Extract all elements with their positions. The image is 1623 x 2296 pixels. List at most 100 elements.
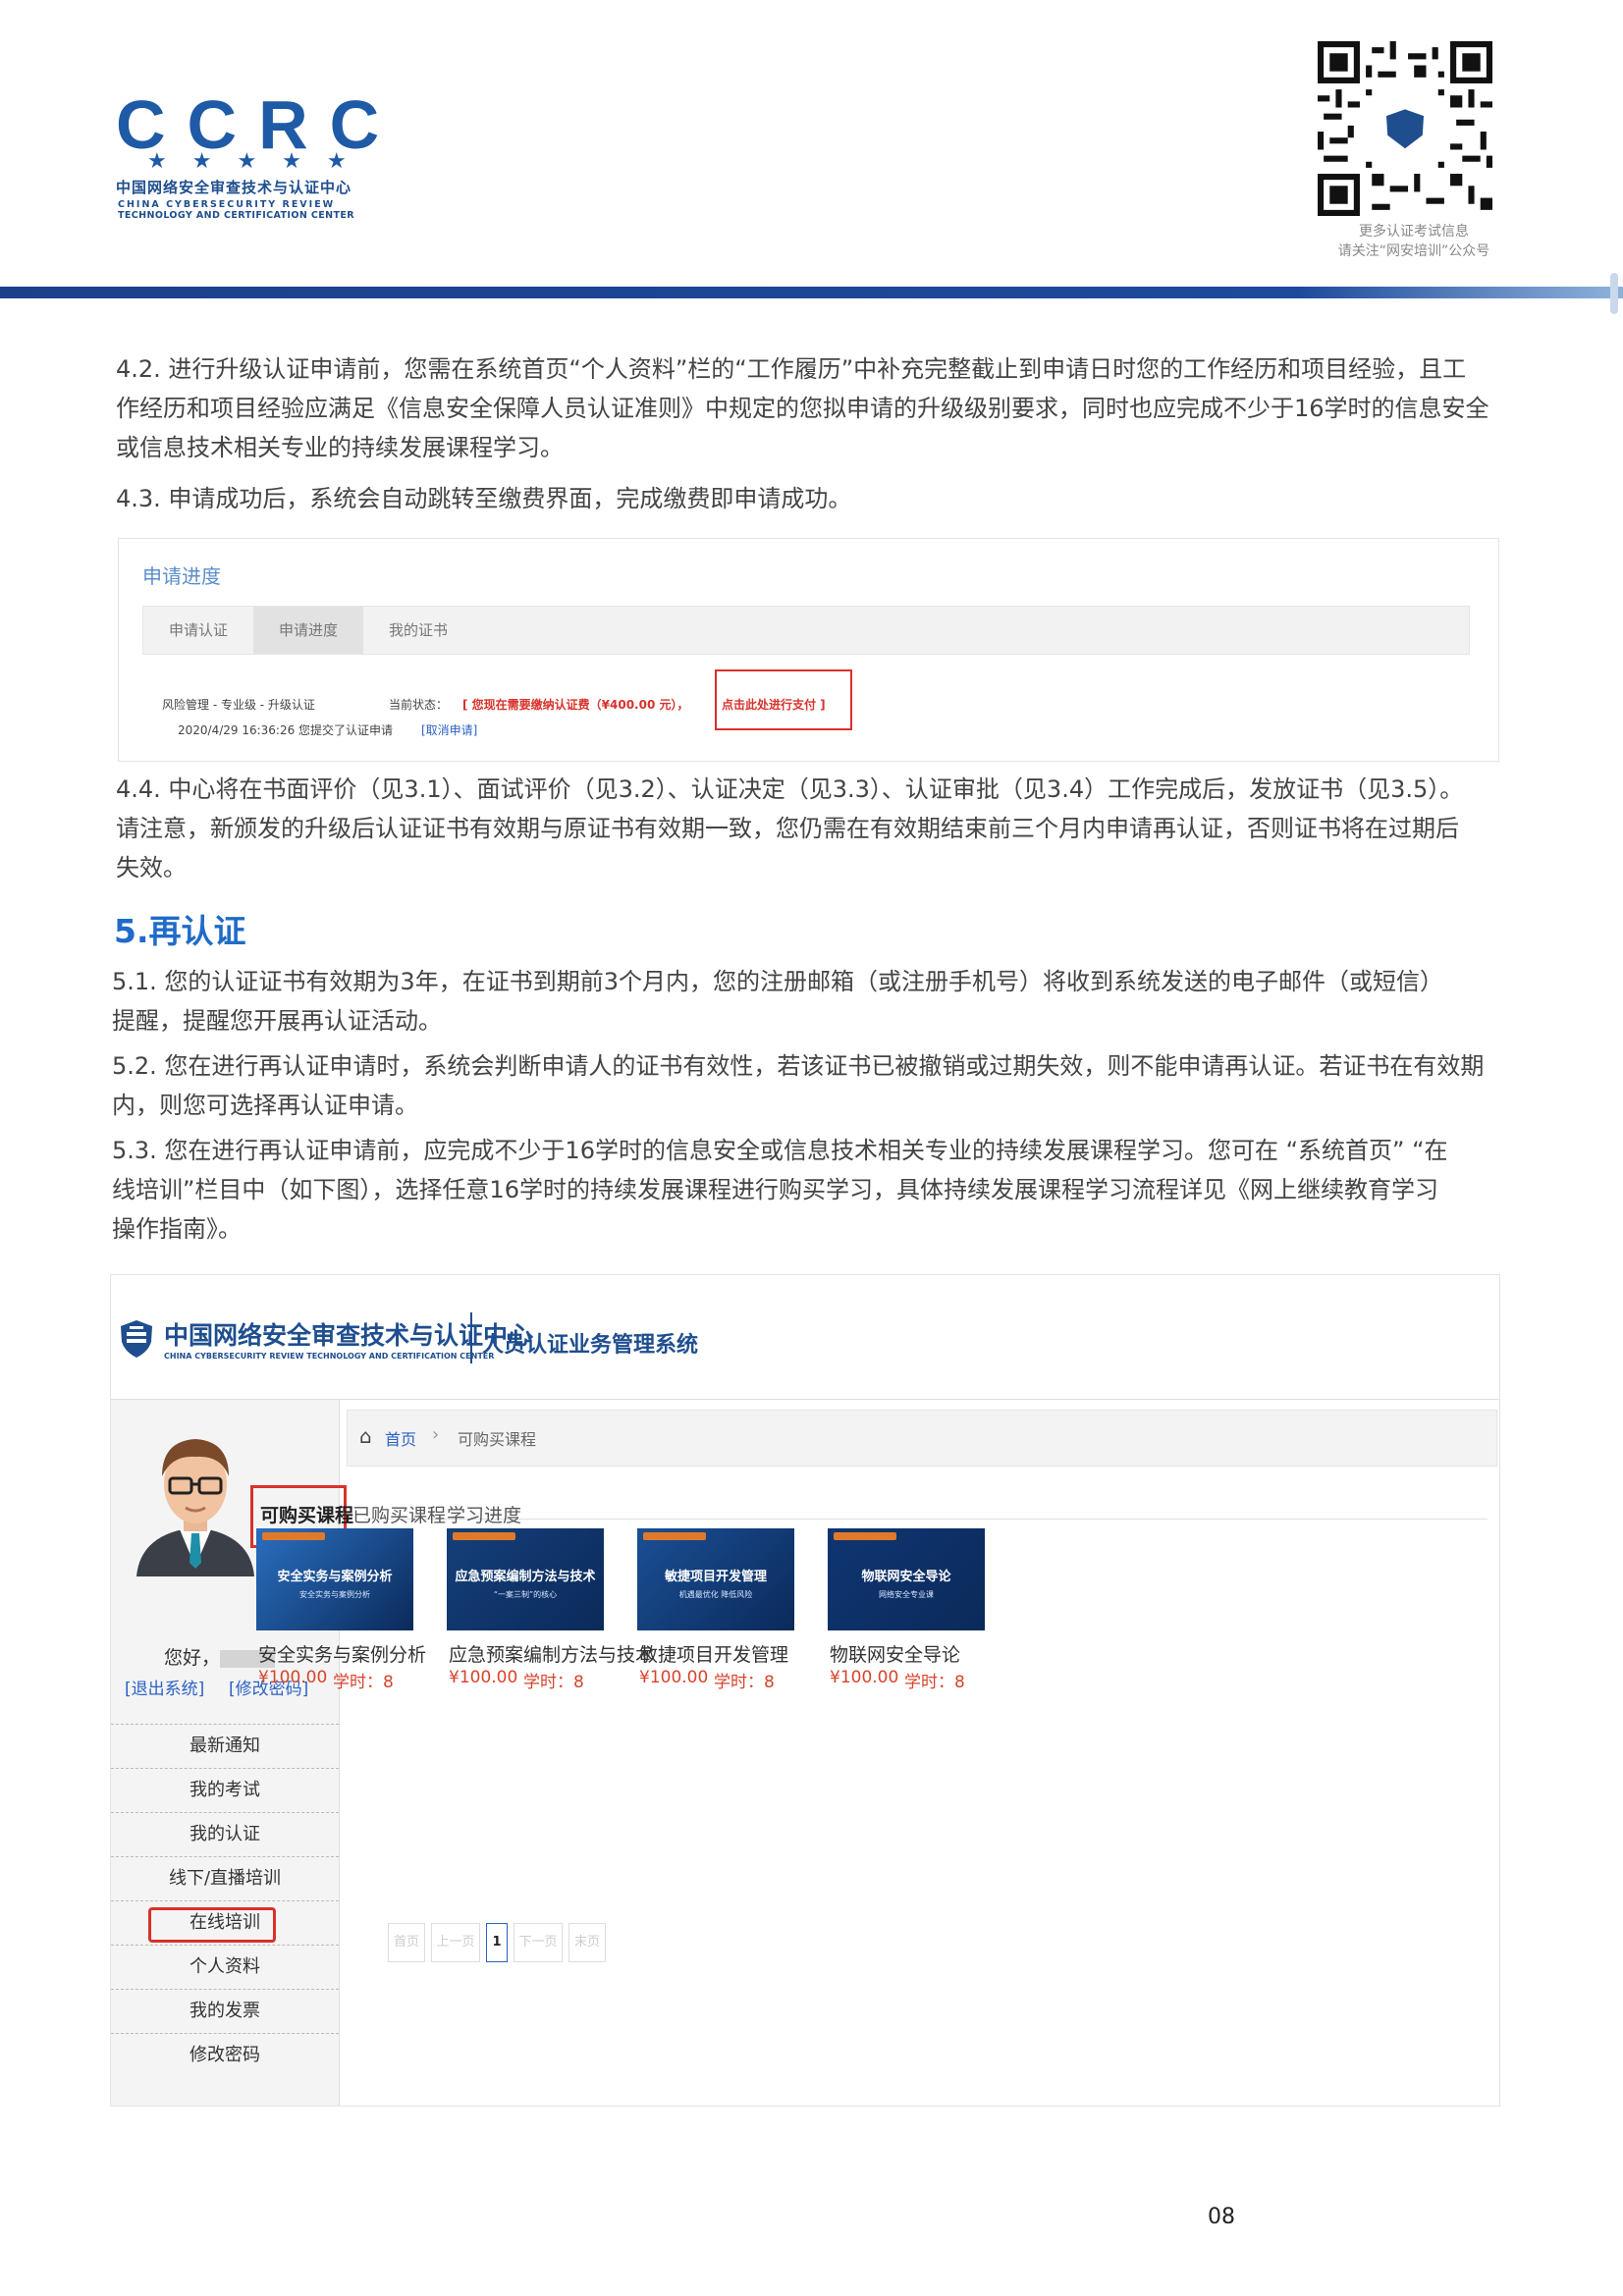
- para-5-3-line-2: 线培训”栏目中（如下图），选择任意16学时的持续发展课程进行购买学习，具体持续发…: [112, 1176, 1438, 1203]
- breadcrumb: ⌂ 首页 › 可购买课程: [347, 1410, 1497, 1467]
- course-cover-title: 物联网安全导论: [861, 1570, 951, 1584]
- org-name: 中国网络安全审查技术与认证中心: [164, 1321, 533, 1350]
- cancel-application-link[interactable]: [取消申请]: [421, 721, 477, 738]
- logo-org-name-cn: 中国网络安全审查技术与认证中心: [116, 179, 352, 196]
- system-header: 中国网络安全审查技术与认证中心 CHINA CYBERSECURITY REVI…: [111, 1275, 1499, 1400]
- menu-offline-live-training[interactable]: 线下/直播培训: [111, 1857, 339, 1901]
- course-price: ¥100.00: [449, 1668, 518, 1687]
- course-cover-title: 敏捷项目开发管理: [664, 1570, 767, 1584]
- online-training-screenshot: 中国网络安全审查技术与认证中心 CHINA CYBERSECURITY REVI…: [110, 1274, 1500, 2107]
- tab-apply-certification[interactable]: 申请认证: [143, 607, 253, 654]
- qr-caption-line-1: 更多认证考试信息: [1359, 224, 1469, 240]
- course-hours: 学时：8: [714, 1673, 775, 1692]
- course-card[interactable]: 物联网安全导论 网络安全专业课 物联网安全导论 ¥100.00 学时：8: [828, 1528, 985, 1725]
- pager-prev[interactable]: 上一页: [431, 1923, 480, 1962]
- greeting-text: 您好，: [164, 1647, 221, 1669]
- course-cover-title: 安全实务与案例分析: [277, 1570, 393, 1584]
- progress-tabs: 申请认证 申请进度 我的证书: [142, 606, 1470, 655]
- tab-application-progress[interactable]: 申请进度: [253, 607, 363, 654]
- para-5-3-line-1: 5.3. 您在进行再认证申请前，应完成不少于16学时的信息安全或信息技术相关专业…: [112, 1137, 1448, 1164]
- page-number: 08: [1208, 2205, 1235, 2229]
- course-cover[interactable]: 应急预案编制方法与技术 “一案三制”的核心: [447, 1528, 604, 1630]
- course-cover-subtitle: 安全实务与案例分析: [299, 1590, 370, 1599]
- logo-org-name-en-2: TECHNOLOGY AND CERTIFICATION CENTER: [118, 210, 355, 221]
- course-hours: 学时：8: [523, 1673, 584, 1692]
- course-hours: 学时：8: [333, 1673, 394, 1692]
- pager: 首页 上一页 1 下一页 末页: [388, 1923, 741, 1962]
- para-4-2-line-1: 4.2. 进行升级认证申请前，您需在系统首页“个人资料”栏的“工作履历”中补充完…: [116, 355, 1467, 383]
- course-title[interactable]: 应急预案编制方法与技术: [449, 1640, 654, 1667]
- status-label: 当前状态：: [389, 698, 449, 712]
- tab-purchasable-courses[interactable]: 可购买课程: [260, 1501, 353, 1527]
- org-emblem-icon: [121, 1320, 152, 1358]
- section-5-heading: 5.再认证: [114, 912, 246, 950]
- course-cover-subtitle: “一案三制”的核心: [493, 1590, 558, 1599]
- para-4-2-line-3: 或信息技术相关专业的持续发展课程学习。: [116, 434, 564, 461]
- course-card[interactable]: 应急预案编制方法与技术 “一案三制”的核心 应急预案编制方法与技术 ¥100.00 学时…: [447, 1528, 654, 1725]
- online-training-highlight: [148, 1907, 276, 1943]
- page-edge-tab: [1610, 273, 1618, 314]
- para-4-2-line-2: 作经历和项目经验应满足《信息安全保障人员认证准则》中规定的您拟申请的升级级别要求…: [116, 395, 1489, 422]
- course-hours: 学时：8: [904, 1673, 965, 1692]
- application-log: 2020/4/29 16:36:26 您提交了认证申请: [178, 723, 394, 737]
- para-5-2: 5.2. 您在进行再认证申请时，系统会判断申请人的证书有效性，若该证书已被撤销或…: [112, 1046, 1484, 1125]
- course-cover-tag: [834, 1532, 896, 1540]
- breadcrumb-home[interactable]: 首页: [385, 1426, 416, 1450]
- menu-latest-notices[interactable]: 最新通知: [111, 1725, 339, 1769]
- pager-next[interactable]: 下一页: [514, 1923, 563, 1962]
- course-price: ¥100.00: [639, 1668, 709, 1687]
- course-title[interactable]: 安全实务与案例分析: [258, 1640, 426, 1667]
- para-5-1: 5.1. 您的认证证书有效期为3年，在证书到期前3个月内，您的注册邮箱（或注册手…: [112, 962, 1443, 1041]
- breadcrumb-separator: ›: [432, 1424, 440, 1445]
- course-cover[interactable]: 敏捷项目开发管理机遇最优化 降低风险: [637, 1528, 794, 1630]
- para-5-1-line-2: 提醒，提醒您开展再认证活动。: [112, 1007, 442, 1035]
- para-5-1-line-1: 5.1. 您的认证证书有效期为3年，在证书到期前3个月内，您的注册邮箱（或注册手…: [112, 968, 1443, 995]
- para-4-4-line-2: 请注意，新颁发的升级后认证证书有效期与原证书有效期一致，您仍需在有效期结束前三个…: [116, 815, 1459, 842]
- course-cover-title: 应急预案编制方法与技术: [455, 1570, 596, 1584]
- pager-page-1[interactable]: 1: [486, 1923, 508, 1962]
- application-progress-screenshot: 申请进度 申请认证 申请进度 我的证书 风险管理 - 专业级 - 升级认证 当前…: [118, 538, 1499, 762]
- menu-my-exams[interactable]: 我的考试: [111, 1769, 339, 1813]
- course-cover[interactable]: 安全实务与案例分析 安全实务与案例分析: [256, 1528, 413, 1630]
- pager-last[interactable]: 末页: [568, 1923, 606, 1962]
- status-text: [ 您现在需要缴纳认证费（¥400.00 元），: [462, 698, 689, 712]
- tab-learning-progress[interactable]: 学习进度: [447, 1501, 521, 1527]
- course-title[interactable]: 物联网安全导论: [830, 1640, 960, 1667]
- qr-code: [1318, 41, 1492, 216]
- qr-caption-line-2: 请关注“网安培训”公众号: [1337, 243, 1490, 259]
- para-4-4: 4.4. 中心将在书面评价（见3.1）、面试评价（见3.2）、认证决定（见3.3…: [116, 770, 1463, 887]
- logout-link[interactable]: [退出系统]: [125, 1675, 204, 1699]
- menu-change-password[interactable]: 修改密码: [111, 2034, 339, 2077]
- pay-link[interactable]: 点击此处进行支付 ]: [722, 696, 826, 713]
- course-title[interactable]: 敏捷项目开发管理: [639, 1640, 788, 1667]
- logo-org-name-en-1: CHINA CYBERSECURITY REVIEW: [118, 199, 336, 210]
- para-5-3-line-3: 操作指南》。: [112, 1215, 242, 1243]
- course-cover-subtitle: 机遇最优化 降低风险: [678, 1590, 753, 1599]
- qr-caption: 更多认证考试信息 请关注“网安培训”公众号: [1276, 222, 1551, 261]
- application-category: 风险管理 - 专业级 - 升级认证: [162, 698, 315, 712]
- para-4-4-line-1: 4.4. 中心将在书面评价（见3.1）、面试评价（见3.2）、认证决定（见3.3…: [116, 775, 1464, 803]
- menu-my-invoices[interactable]: 我的发票: [111, 1990, 339, 2034]
- para-4-2: 4.2. 进行升级认证申请前，您需在系统首页“个人资料”栏的“工作履历”中补充完…: [116, 349, 1489, 467]
- course-cover[interactable]: 物联网安全导论网络安全专业课: [828, 1528, 985, 1630]
- para-5-2-line-2: 内，则您可选择再认证申请。: [112, 1092, 418, 1119]
- course-card[interactable]: 安全实务与案例分析 安全实务与案例分析 安全实务与案例分析 ¥100.00 学时：8: [256, 1528, 426, 1725]
- course-cover-tag: [643, 1532, 706, 1540]
- logo-stars: ★★★★★: [147, 149, 372, 174]
- tab-purchased-courses[interactable]: 已购买课程: [352, 1501, 446, 1527]
- para-4-4-line-3: 失效。: [116, 854, 187, 881]
- header-rule: [0, 287, 1623, 298]
- course-cover-tag: [262, 1532, 325, 1540]
- pager-first[interactable]: 首页: [388, 1923, 425, 1962]
- breadcrumb-current: 可购买课程: [458, 1430, 537, 1449]
- course-cover-subtitle: 网络安全专业课: [879, 1590, 934, 1599]
- menu-personal-info[interactable]: 个人资料: [111, 1946, 339, 1990]
- progress-title: 申请进度: [142, 564, 221, 588]
- header-divider: [470, 1312, 472, 1363]
- course-card[interactable]: 敏捷项目开发管理 机遇最优化 降低风险 敏捷项目开发管理 ¥100.00 学时：8: [637, 1528, 794, 1725]
- home-icon: ⌂: [359, 1424, 372, 1448]
- course-price: ¥100.00: [830, 1668, 899, 1687]
- menu-my-certification[interactable]: 我的认证: [111, 1813, 339, 1857]
- para-5-2-line-1: 5.2. 您在进行再认证申请时，系统会判断申请人的证书有效性，若该证书已被撤销或…: [112, 1052, 1485, 1080]
- tab-my-certificates[interactable]: 我的证书: [363, 607, 473, 654]
